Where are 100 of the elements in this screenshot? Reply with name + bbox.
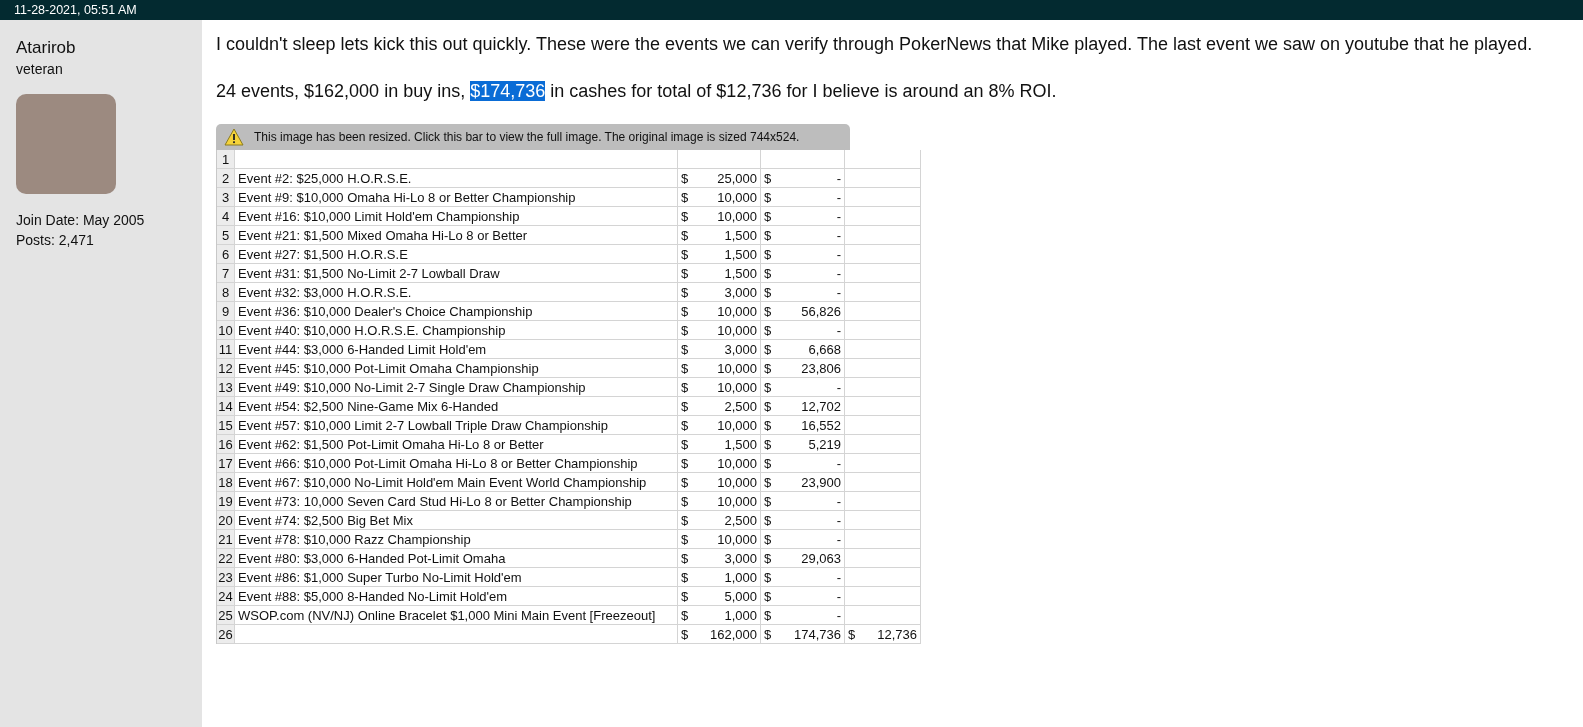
post-paragraph: 24 events, $162,000 in buy ins, $174,736 in cashes for total of $12,736 for I believe is around an 8% ROI. xyxy=(216,80,1058,103)
amount-cell: $ 1,000 xyxy=(678,606,761,625)
amount-cell: $ 10,000 xyxy=(678,416,761,435)
amount-cell: $ 10,000 xyxy=(678,530,761,549)
event-cell: Event #78: $10,000 Razz Championship xyxy=(235,530,678,549)
amount-cell: $ 23,900 xyxy=(761,473,845,492)
amount-cell: $ 10,000 xyxy=(678,207,761,226)
resize-notice-text: This image has been resized. Click this bar to view the full image. The original image is sized 744x524. xyxy=(254,130,800,144)
event-cell: Event #74: $2,500 Big Bet Mix xyxy=(235,511,678,530)
amount-cell: $ - xyxy=(761,454,845,473)
event-cell: Event #31: $1,500 No-Limit 2-7 Lowball Draw xyxy=(235,264,678,283)
amount-cell: $ 5,000 xyxy=(678,587,761,606)
event-cell: Event #66: $10,000 Pot-Limit Omaha Hi-Lo 8 or Better Championship xyxy=(235,454,678,473)
amount-cell: $ - xyxy=(761,587,845,606)
event-cell: WSOP.com (NV/NJ) Online Bracelet $1,000 Mini Main Event [Freezeout] xyxy=(235,606,678,625)
row-number: 17 xyxy=(217,454,235,473)
row-number: 9 xyxy=(217,302,235,321)
amount-cell: $ - xyxy=(761,530,845,549)
amount-cell: $ 12,736 xyxy=(845,625,921,644)
event-cell: Event #62: $1,500 Pot-Limit Omaha Hi-Lo 8 or Better xyxy=(235,435,678,454)
row-number: 7 xyxy=(217,264,235,283)
resize-notice-bar[interactable]: This image has been resized. Click this bar to view the full image. The original image is sized 744x524. xyxy=(216,124,850,150)
row-number: 18 xyxy=(217,473,235,492)
row-number: 24 xyxy=(217,587,235,606)
event-cell: Event #86: $1,000 Super Turbo No-Limit Hold'em xyxy=(235,568,678,587)
event-cell: Event #2: $25,000 H.O.R.S.E. xyxy=(235,169,678,188)
row-number: 20 xyxy=(217,511,235,530)
event-cell: Event #32: $3,000 H.O.R.S.E. xyxy=(235,283,678,302)
row-number: 26 xyxy=(217,625,235,644)
amount-cell: $ 10,000 xyxy=(678,321,761,340)
event-cell: Event #49: $10,000 No-Limit 2-7 Single Draw Championship xyxy=(235,378,678,397)
amount-cell: $ 29,063 xyxy=(761,549,845,568)
warning-icon xyxy=(224,128,244,146)
row-number: 16 xyxy=(217,435,235,454)
amount-cell: $ 10,000 xyxy=(678,473,761,492)
row-number: 15 xyxy=(217,416,235,435)
amount-cell: $ 10,000 xyxy=(678,188,761,207)
amount-cell: $ 1,500 xyxy=(678,226,761,245)
row-number: 3 xyxy=(217,188,235,207)
amount-cell: $ 1,500 xyxy=(678,245,761,264)
event-cell: Event #40: $10,000 H.O.R.S.E. Championship xyxy=(235,321,678,340)
event-cell: Event #21: $1,500 Mixed Omaha Hi-Lo 8 or Better xyxy=(235,226,678,245)
amount-cell: $ - xyxy=(761,188,845,207)
amount-cell: $ 1,000 xyxy=(678,568,761,587)
post-count: Posts: 2,471 xyxy=(16,231,95,250)
post-date: 11-28-2021, 05:51 AM xyxy=(14,3,137,17)
author-name[interactable]: Atarirob xyxy=(16,38,202,58)
amount-cell: $ 3,000 xyxy=(678,340,761,359)
event-cell: Event #16: $10,000 Limit Hold'em Championship xyxy=(235,207,678,226)
row-number: 21 xyxy=(217,530,235,549)
event-cell: Event #27: $1,500 H.O.R.S.E xyxy=(235,245,678,264)
amount-cell: $ - xyxy=(761,169,845,188)
row-number: 8 xyxy=(217,283,235,302)
amount-cell: $ - xyxy=(761,207,845,226)
row-number: 22 xyxy=(217,549,235,568)
amount-cell: $ 12,702 xyxy=(761,397,845,416)
amount-cell: $ 3,000 xyxy=(678,283,761,302)
row-number: 25 xyxy=(217,606,235,625)
amount-cell: $ - xyxy=(761,606,845,625)
event-cell: Event #80: $3,000 6-Handed Pot-Limit Omaha xyxy=(235,549,678,568)
amount-cell: $ 10,000 xyxy=(678,492,761,511)
event-cell: Event #54: $2,500 Nine-Game Mix 6-Handed xyxy=(235,397,678,416)
post-paragraph: I couldn't sleep lets kick this out quickly. These were the events we can verify through PokerNews that Mike played. The last event we saw on youtube that he played. xyxy=(216,33,1534,56)
amount-cell: $ - xyxy=(761,511,845,530)
event-cell: Event #88: $5,000 8-Handed No-Limit Hold'em xyxy=(235,587,678,606)
amount-cell: $ 10,000 xyxy=(678,359,761,378)
amount-cell: $ 16,552 xyxy=(761,416,845,435)
amount-cell: $ 162,000 xyxy=(678,625,761,644)
amount-cell: $ 10,000 xyxy=(678,454,761,473)
amount-cell: $ - xyxy=(761,321,845,340)
amount-cell: $ 10,000 xyxy=(678,378,761,397)
amount-cell: $ - xyxy=(761,568,845,587)
join-date: Join Date: May 2005 xyxy=(16,211,146,230)
event-cell: Event #44: $3,000 6-Handed Limit Hold'em xyxy=(235,340,678,359)
amount-cell: $ - xyxy=(761,245,845,264)
amount-cell: $ 5,219 xyxy=(761,435,845,454)
amount-cell: $ - xyxy=(761,283,845,302)
row-number: 4 xyxy=(217,207,235,226)
amount-cell: $ 6,668 xyxy=(761,340,845,359)
row-number: 6 xyxy=(217,245,235,264)
row-number: 5 xyxy=(217,226,235,245)
amount-cell: $ - xyxy=(761,264,845,283)
event-cell: Event #9: $10,000 Omaha Hi-Lo 8 or Better Championship xyxy=(235,188,678,207)
amount-cell: $ 23,806 xyxy=(761,359,845,378)
row-number: 10 xyxy=(217,321,235,340)
event-cell: Event #36: $10,000 Dealer's Choice Championship xyxy=(235,302,678,321)
row-number: 11 xyxy=(217,340,235,359)
row-number: 14 xyxy=(217,397,235,416)
row-number: 2 xyxy=(217,169,235,188)
amount-cell: $ 1,500 xyxy=(678,264,761,283)
row-number: 19 xyxy=(217,492,235,511)
amount-cell: $ - xyxy=(761,492,845,511)
amount-cell: $ 56,826 xyxy=(761,302,845,321)
amount-cell: $ 2,500 xyxy=(678,511,761,530)
amount-cell: $ 10,000 xyxy=(678,302,761,321)
amount-cell: $ 2,500 xyxy=(678,397,761,416)
row-number: 13 xyxy=(217,378,235,397)
author-rank: veteran xyxy=(16,61,64,77)
amount-cell: $ 3,000 xyxy=(678,549,761,568)
amount-cell: $ 1,500 xyxy=(678,435,761,454)
